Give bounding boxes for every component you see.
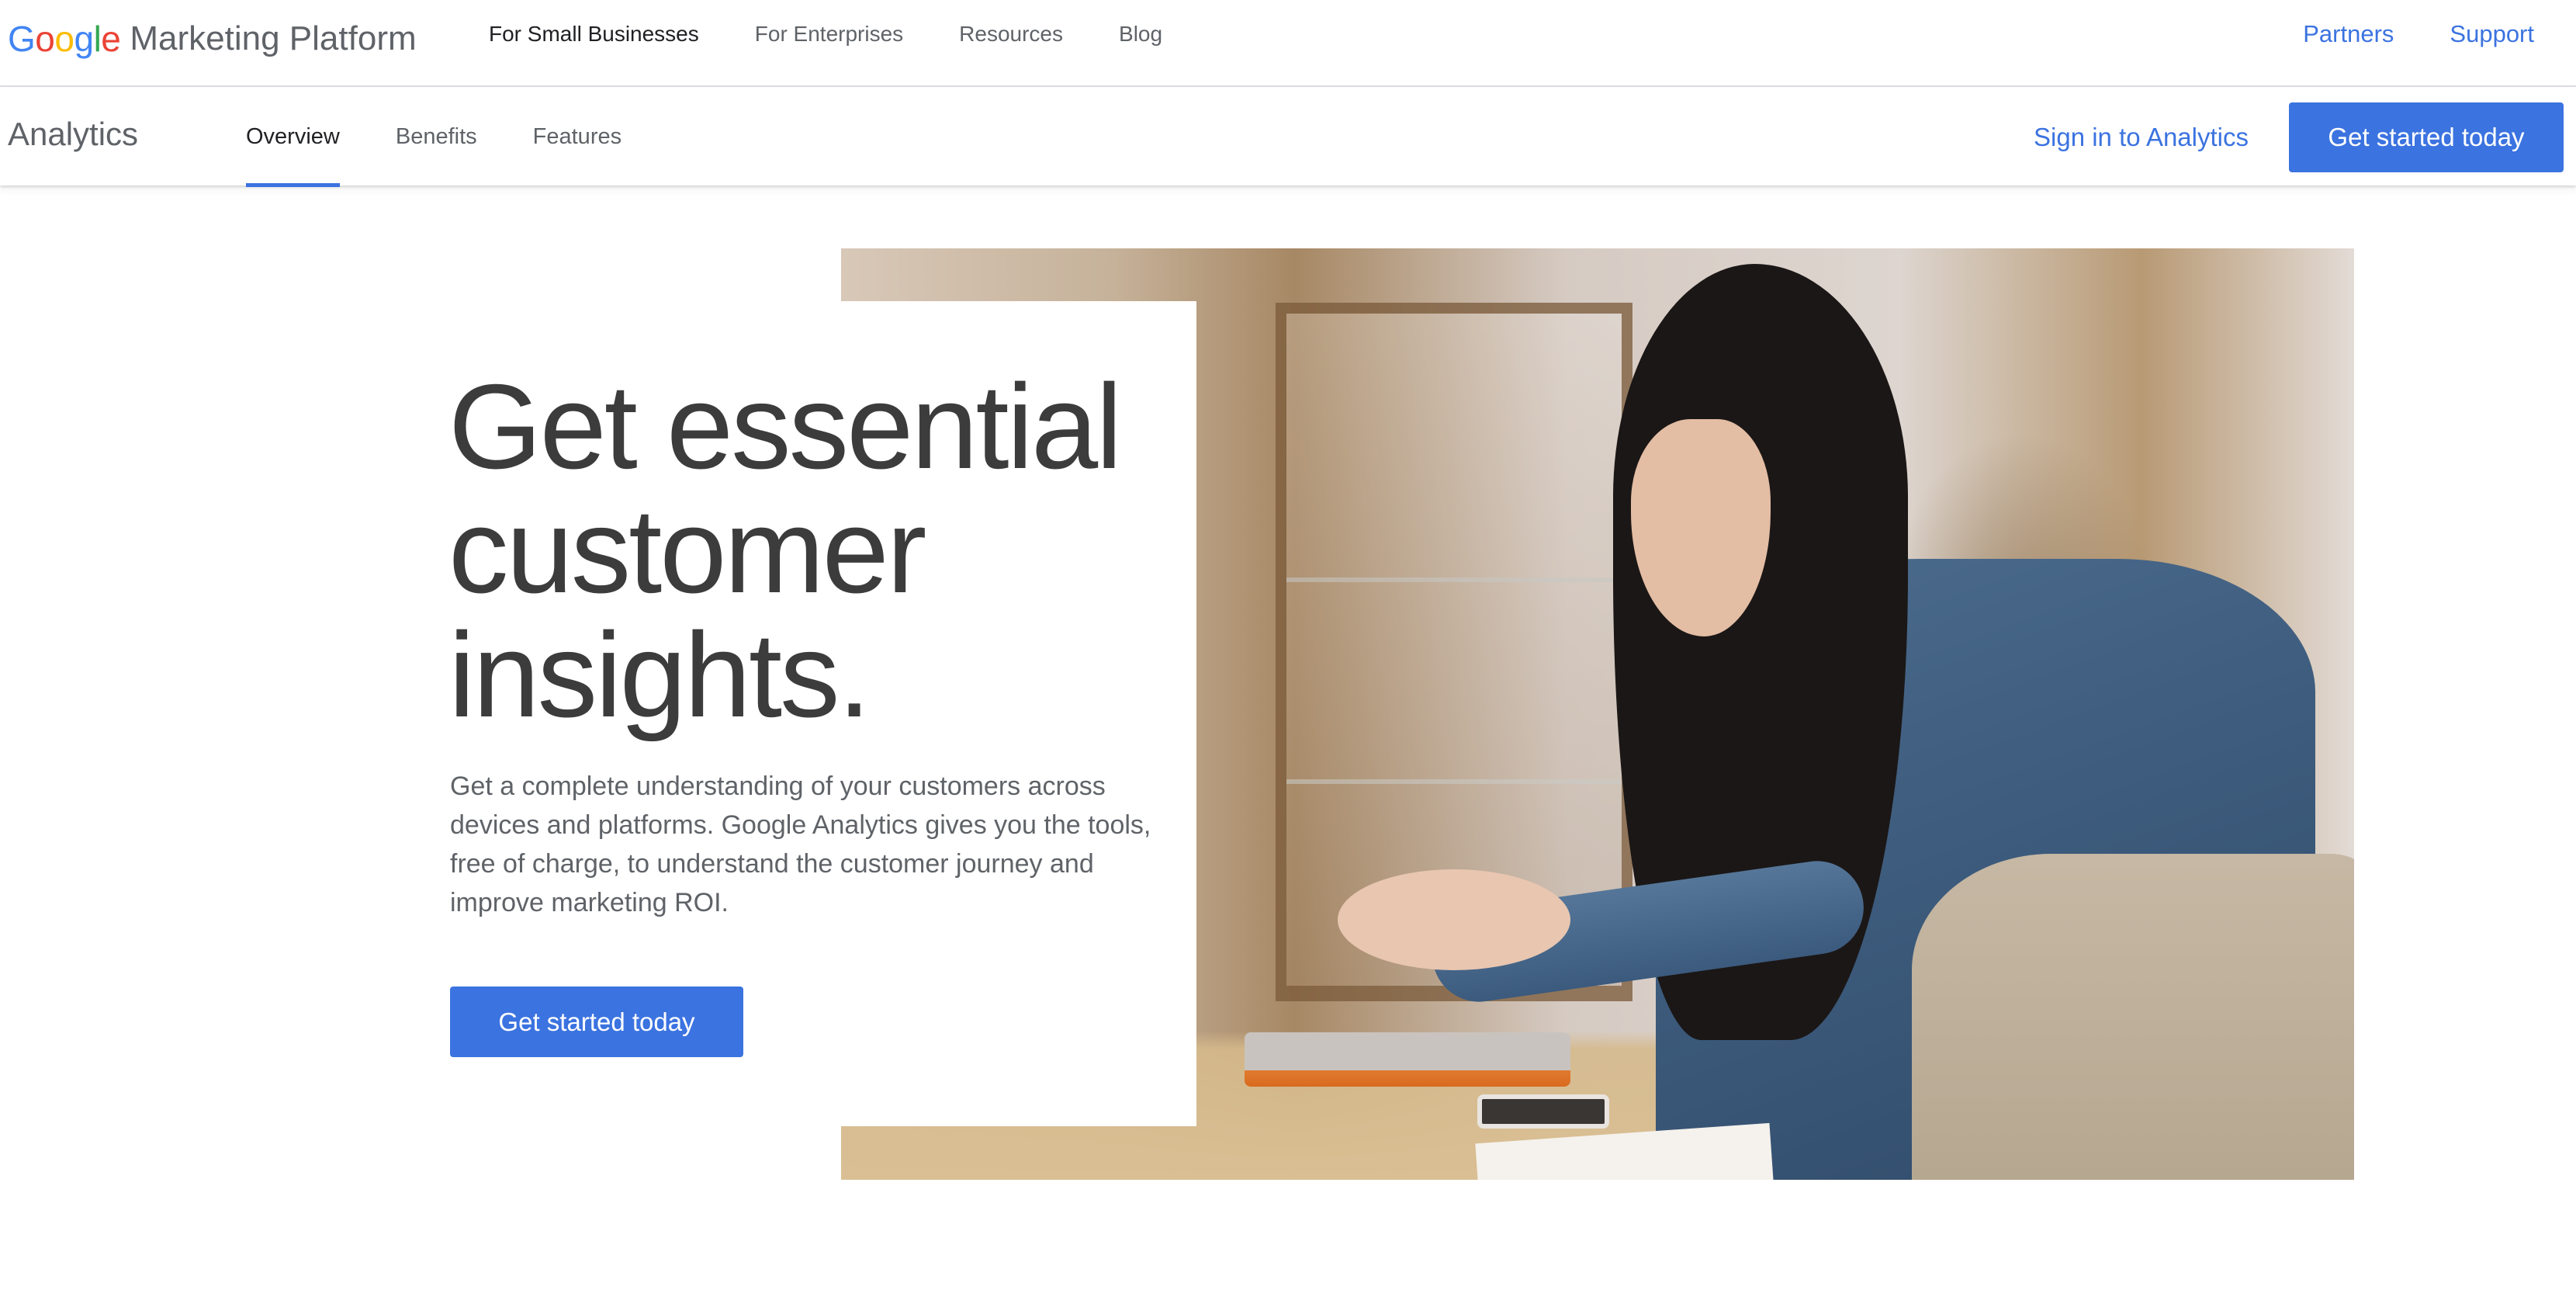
hero-get-started-button[interactable]: Get started today xyxy=(450,987,743,1057)
product-tabs: Overview Benefits Features xyxy=(246,88,677,187)
platform-name: Marketing Platform xyxy=(130,19,417,57)
headline-line: Get essential xyxy=(448,359,1123,494)
top-navigation: Google Marketing Platform For Small Busi… xyxy=(0,0,2576,87)
photo-phone xyxy=(1477,1094,1609,1129)
headline-line: customer xyxy=(448,484,926,618)
photo-laptop xyxy=(1245,1032,1570,1087)
hero-description: Get a complete understanding of your cus… xyxy=(450,772,1151,917)
logo-letter: o xyxy=(54,19,74,59)
nav-link-resources[interactable]: Resources xyxy=(959,22,1063,47)
headline-line: insights. xyxy=(448,608,871,742)
nav-link-support[interactable]: Support xyxy=(2450,20,2534,48)
sign-in-link[interactable]: Sign in to Analytics xyxy=(2034,123,2249,152)
nav-link-partners[interactable]: Partners xyxy=(2303,20,2394,48)
secondary-nav: Partners Support xyxy=(2247,20,2534,48)
photo-apron xyxy=(1912,854,2354,1180)
product-subnav: Analytics Overview Benefits Features Sig… xyxy=(0,88,2576,187)
nav-link-blog[interactable]: Blog xyxy=(1119,22,1162,47)
photo-paper xyxy=(1475,1122,1774,1180)
hero-headline: Get essential customer insights. xyxy=(448,365,1193,737)
product-title: Analytics xyxy=(8,116,139,152)
header-get-started-button[interactable]: Get started today xyxy=(2289,102,2564,172)
tab-overview[interactable]: Overview xyxy=(246,88,340,187)
logo-letter: G xyxy=(8,19,36,59)
google-wordmark: Google xyxy=(8,18,121,60)
subnav-actions: Sign in to Analytics Get started today xyxy=(2034,102,2564,172)
logo-letter: g xyxy=(74,19,94,59)
tab-benefits[interactable]: Benefits xyxy=(396,88,477,186)
nav-link-enterprises[interactable]: For Enterprises xyxy=(755,22,903,47)
logo-letter: l xyxy=(93,19,102,59)
tab-features[interactable]: Features xyxy=(533,88,621,186)
logo-letter: e xyxy=(101,19,121,59)
nav-link-small-businesses[interactable]: For Small Businesses xyxy=(489,22,699,47)
google-marketing-platform-logo[interactable]: Google Marketing Platform xyxy=(8,17,417,61)
logo-letter: o xyxy=(35,19,55,59)
photo-hands xyxy=(1338,869,1570,970)
primary-nav: For Small Businesses For Enterprises Res… xyxy=(489,22,1218,47)
